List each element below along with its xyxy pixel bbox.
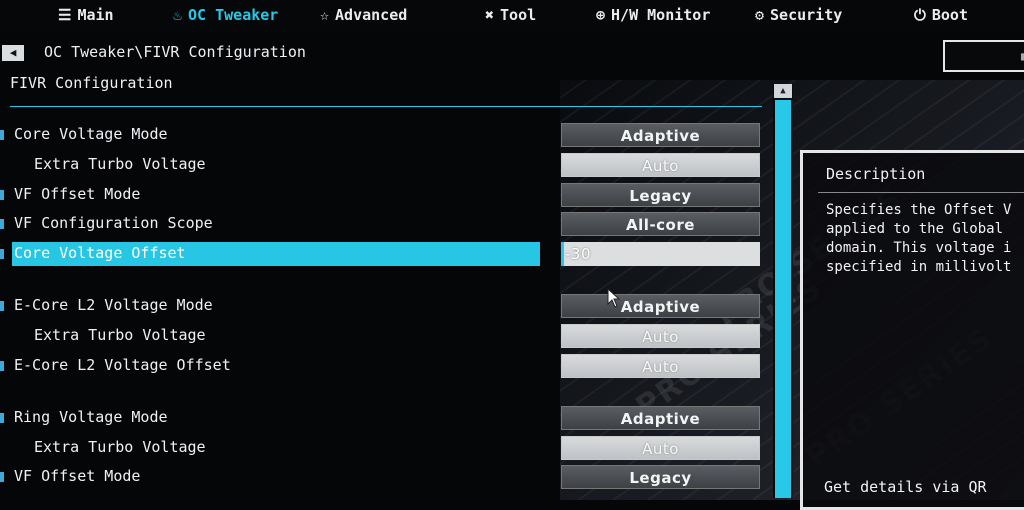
description-divider xyxy=(818,192,1024,193)
setting-value-button[interactable]: Auto xyxy=(561,324,760,348)
scrollbar-thumb[interactable] xyxy=(775,100,791,498)
setting-value-button[interactable]: Auto xyxy=(561,354,760,378)
setting-value-button[interactable]: Adaptive xyxy=(561,406,760,430)
tab-oc-tweaker[interactable]: ♨ OC Tweaker xyxy=(173,4,278,26)
tab-main[interactable]: ☰ Main xyxy=(58,4,114,26)
breadcrumb: OC Tweaker\FIVR Configuration xyxy=(44,43,306,61)
tab-security[interactable]: ⚙ Security xyxy=(755,4,842,26)
tab-hw-monitor-label: H/W Monitor xyxy=(611,6,711,24)
tab-boot-label: Boot xyxy=(931,6,968,24)
my-favorite-box[interactable]: ▮ xyxy=(943,40,1024,72)
setting-value-button[interactable]: Legacy xyxy=(561,465,760,489)
top-navigation: ☰ Main ♨ OC Tweaker ☆ Advanced ✖ Tool ⊕ … xyxy=(0,0,1024,32)
setting-row-selected[interactable]: Core Voltage Offset -30 xyxy=(0,242,765,266)
setting-row[interactable]: VF Offset Mode Legacy xyxy=(0,183,765,207)
setting-label: VF Offset Mode xyxy=(14,185,141,203)
row-bullet xyxy=(0,190,4,200)
setting-value-button[interactable]: Adaptive xyxy=(561,294,760,318)
power-icon: ⏻ xyxy=(914,6,926,24)
setting-row[interactable]: VF Offset Mode Legacy xyxy=(0,465,765,489)
setting-value-button[interactable]: All-core xyxy=(561,212,760,236)
row-bullet xyxy=(0,361,4,371)
rocket-icon: ♨ xyxy=(173,6,183,24)
tab-boot[interactable]: ⏻ Boot xyxy=(914,4,968,26)
setting-row[interactable]: E-Core L2 Voltage Mode Adaptive xyxy=(0,294,765,318)
setting-row[interactable]: Extra Turbo Voltage Auto xyxy=(0,324,765,348)
tab-oc-tweaker-label: OC Tweaker xyxy=(188,6,279,24)
mouse-pointer-icon xyxy=(607,288,621,308)
qr-details-text: Get details via QR xyxy=(824,478,987,496)
box-edge-icon: ▮ xyxy=(1019,49,1024,63)
setting-row[interactable]: E-Core L2 Voltage Offset Auto xyxy=(0,354,765,378)
setting-row[interactable]: VF Configuration Scope All-core xyxy=(0,212,765,236)
tab-main-label: Main xyxy=(77,6,114,24)
setting-label: Extra Turbo Voltage xyxy=(34,155,206,173)
tab-advanced-label: Advanced xyxy=(335,6,408,24)
setting-row[interactable]: Core Voltage Mode Adaptive xyxy=(0,123,765,147)
row-bullet xyxy=(0,413,4,423)
section-title: FIVR Configuration xyxy=(10,74,173,92)
setting-label: E-Core L2 Voltage Mode xyxy=(14,296,213,314)
setting-label: Extra Turbo Voltage xyxy=(34,438,206,456)
tab-hw-monitor[interactable]: ⊕ H/W Monitor xyxy=(596,4,710,26)
shield-icon: ⚙ xyxy=(755,6,765,24)
input-value: -30 xyxy=(565,245,591,263)
monitor-icon: ⊕ xyxy=(596,6,606,24)
setting-label: Extra Turbo Voltage xyxy=(34,326,206,344)
setting-row[interactable]: Extra Turbo Voltage Auto xyxy=(0,436,765,460)
row-bullet xyxy=(0,472,4,482)
row-bullet xyxy=(0,219,4,229)
core-voltage-offset-input[interactable]: -30 xyxy=(561,242,760,266)
setting-value-button[interactable]: Adaptive xyxy=(561,123,760,147)
row-bullet xyxy=(0,249,4,259)
text-cursor xyxy=(561,242,564,266)
setting-row[interactable]: Ring Voltage Mode Adaptive xyxy=(0,406,765,430)
description-line: Specifies the Offset V xyxy=(826,202,1012,218)
tab-tool[interactable]: ✖ Tool xyxy=(485,4,536,26)
setting-row[interactable]: Extra Turbo Voltage Auto xyxy=(0,153,765,177)
scroll-up-arrow-icon[interactable]: ▲ xyxy=(774,84,792,98)
tab-tool-label: Tool xyxy=(500,6,537,24)
setting-value-button[interactable]: Legacy xyxy=(561,183,760,207)
back-button[interactable]: ◀ xyxy=(2,45,24,61)
setting-value-button[interactable]: Auto xyxy=(561,153,760,177)
setting-label: E-Core L2 Voltage Offset xyxy=(14,356,231,374)
section-divider xyxy=(10,106,762,107)
wrench-icon: ✖ xyxy=(485,6,495,24)
description-line: domain. This voltage i xyxy=(826,240,1012,256)
description-title: Description xyxy=(826,165,926,183)
setting-value-button[interactable]: Auto xyxy=(561,436,760,460)
setting-label: VF Offset Mode xyxy=(14,467,141,485)
row-bullet xyxy=(0,301,4,311)
setting-label: Core Voltage Mode xyxy=(14,125,168,143)
tab-advanced[interactable]: ☆ Advanced xyxy=(320,4,407,26)
list-icon: ☰ xyxy=(58,6,72,24)
tab-security-label: Security xyxy=(770,6,843,24)
description-line: specified in millivolt xyxy=(826,259,1012,275)
star-icon: ☆ xyxy=(320,6,330,24)
description-line: applied to the Global xyxy=(826,221,1004,237)
setting-label: Core Voltage Offset xyxy=(14,244,186,262)
row-bullet xyxy=(0,130,4,140)
setting-label: VF Configuration Scope xyxy=(14,214,213,232)
setting-label: Ring Voltage Mode xyxy=(14,408,168,426)
